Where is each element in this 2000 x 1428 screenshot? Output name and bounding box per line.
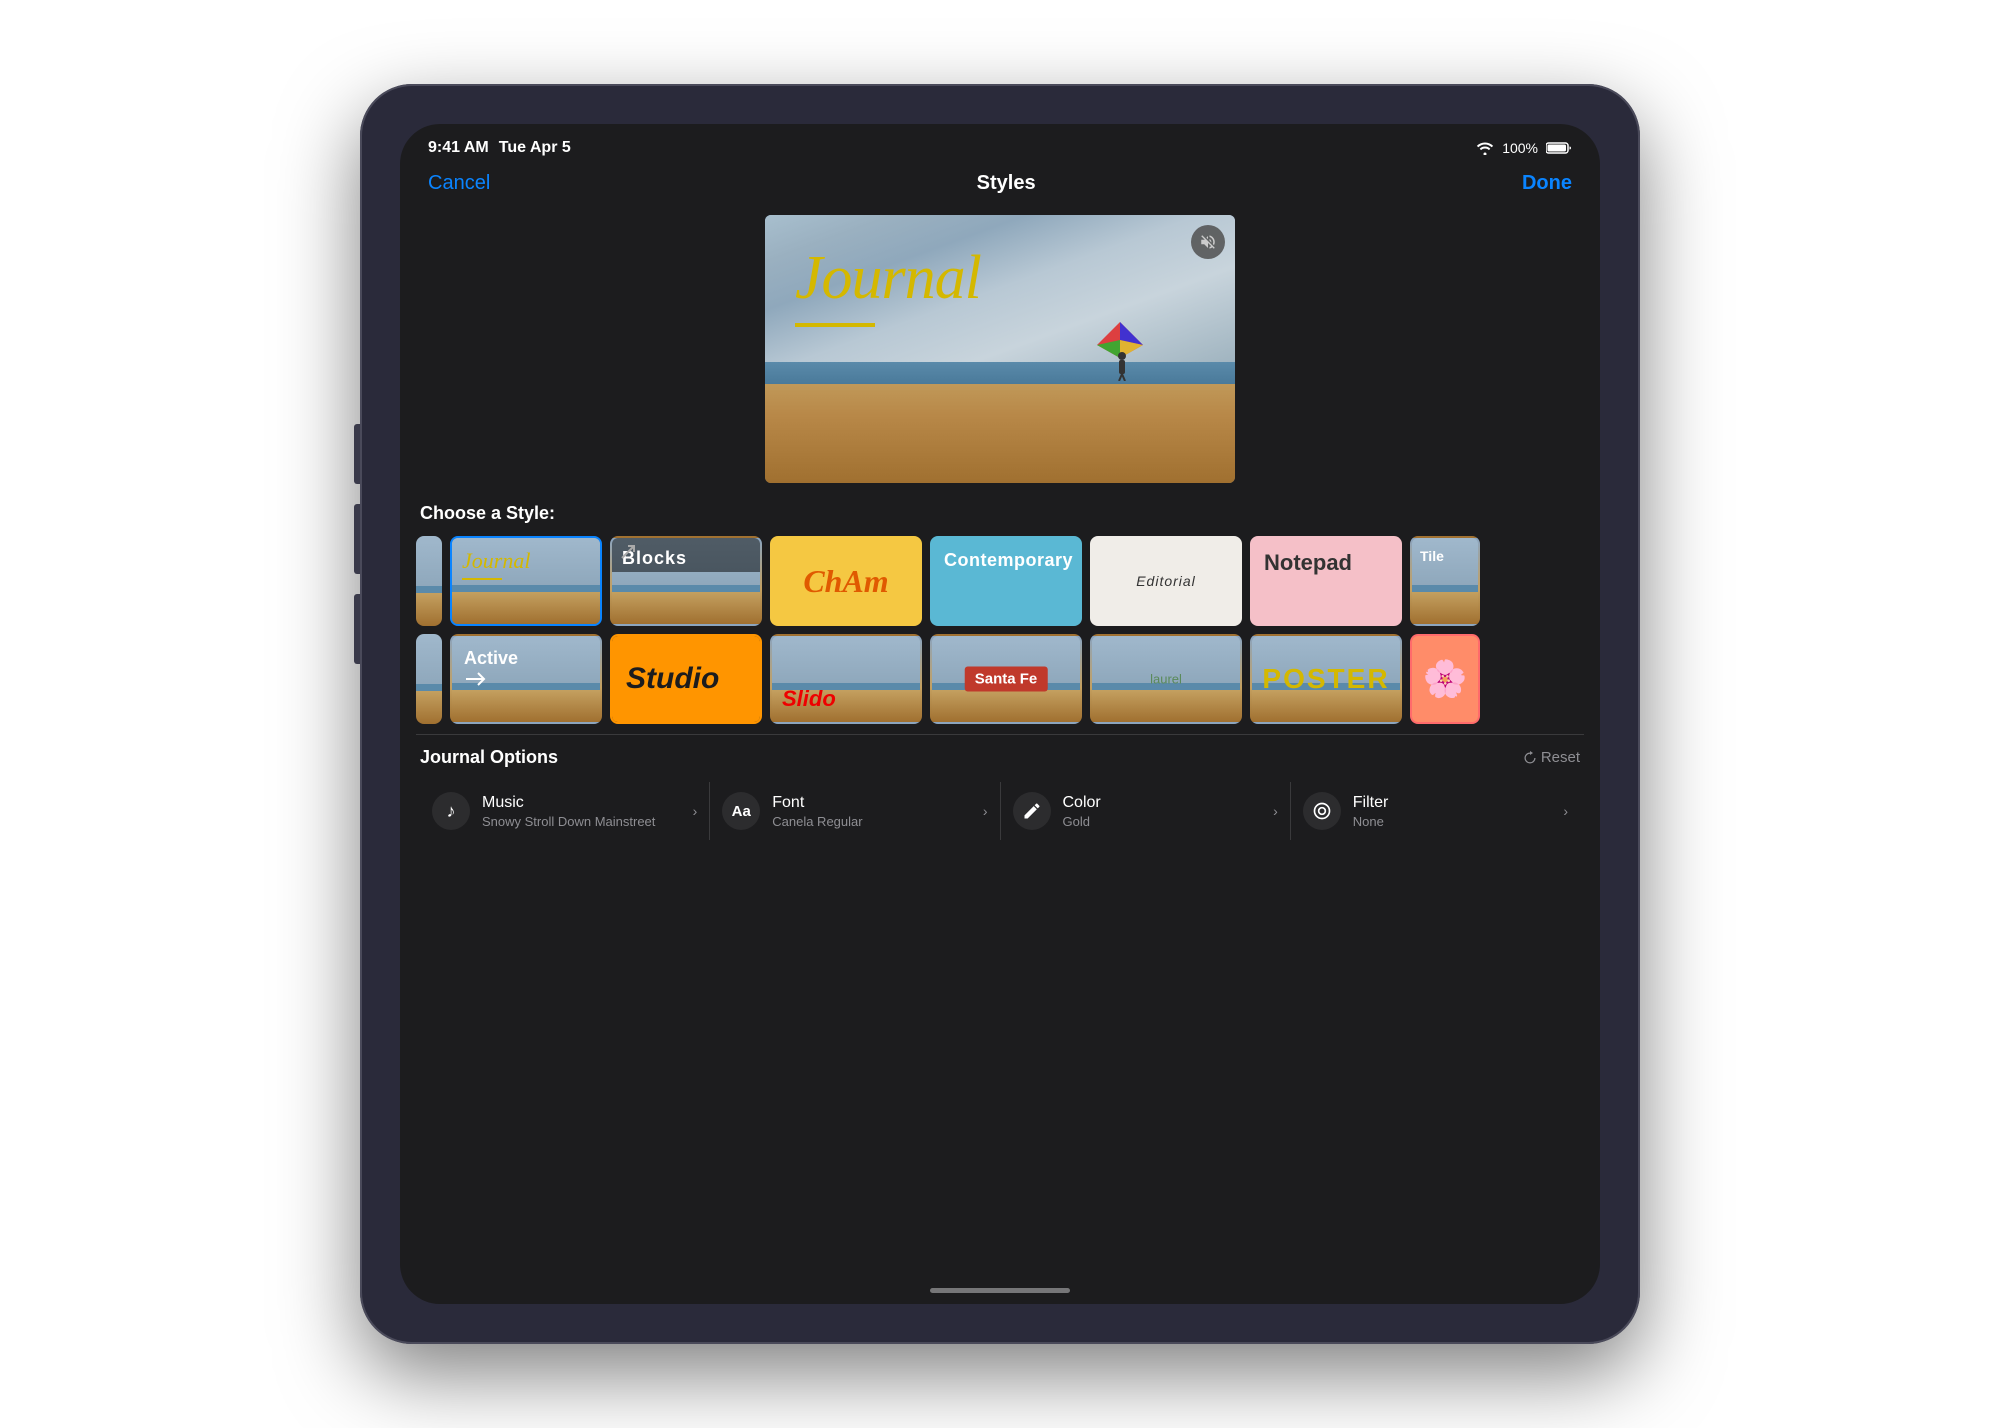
style-card-santafe[interactable]: Santa Fe xyxy=(930,634,1082,724)
option-filter-text: Filter None xyxy=(1353,794,1552,829)
reset-button[interactable]: Reset xyxy=(1523,749,1580,766)
mute-button[interactable] xyxy=(1191,225,1225,259)
option-filter-name: Filter xyxy=(1353,794,1552,812)
person-icon xyxy=(1114,351,1130,381)
style-card-active[interactable]: Active xyxy=(450,634,602,724)
option-color-text: Color Gold xyxy=(1063,794,1262,829)
option-font-text: Font Canela Regular xyxy=(772,794,971,829)
battery-icon xyxy=(1546,141,1572,155)
option-color-value: Gold xyxy=(1063,814,1262,829)
status-time: 9:41 AM xyxy=(428,139,489,157)
style-card-laurel[interactable]: laurel xyxy=(1090,634,1242,724)
style-card-poster[interactable]: POSTER xyxy=(1250,634,1402,724)
home-indicator xyxy=(400,1276,1600,1304)
style-card-smiley[interactable]: 🌸 xyxy=(1410,634,1480,724)
style-card-charm[interactable]: ChAm xyxy=(770,536,922,626)
reset-label: Reset xyxy=(1541,749,1580,766)
poster-card-label: POSTER xyxy=(1262,663,1389,695)
style-card-contemporary[interactable]: Contemporary xyxy=(930,536,1082,626)
style-section-label: Choose a Style: xyxy=(416,503,1584,524)
reset-icon xyxy=(1523,751,1537,765)
color-chevron-icon: › xyxy=(1273,803,1278,819)
font-icon: Aa xyxy=(732,803,751,820)
style-card-partial-2[interactable] xyxy=(416,634,442,724)
volume-down-button[interactable] xyxy=(354,594,360,664)
font-icon-container: Aa xyxy=(722,792,760,830)
contemporary-card-label: Contemporary xyxy=(944,550,1073,571)
font-chevron-icon: › xyxy=(983,803,988,819)
home-bar[interactable] xyxy=(930,1288,1070,1293)
laurel-card-label: laurel xyxy=(1150,672,1182,687)
color-pencil-icon xyxy=(1022,801,1042,821)
style-card-studio[interactable]: Studio xyxy=(610,634,762,724)
status-bar: 9:41 AM Tue Apr 5 100% xyxy=(400,124,1600,166)
option-filter[interactable]: Filter None › xyxy=(1291,782,1580,840)
option-color[interactable]: Color Gold › xyxy=(1001,782,1291,840)
journal-card-underline xyxy=(462,578,502,580)
editorial-card-label: Editorial xyxy=(1136,573,1196,589)
option-filter-value: None xyxy=(1353,814,1552,829)
option-font[interactable]: Aa Font Canela Regular › xyxy=(710,782,1000,840)
style-row-1: Journal Blocks xyxy=(416,536,1584,626)
done-button[interactable]: Done xyxy=(1522,172,1572,195)
filter-circle-icon xyxy=(1312,801,1332,821)
options-header: Journal Options Reset xyxy=(420,747,1580,768)
preview-title: Journal xyxy=(795,243,981,314)
options-row: ♪ Music Snowy Stroll Down Mainstreet › A… xyxy=(420,782,1580,840)
style-grid: Journal Blocks xyxy=(416,536,1584,724)
music-icon-container: ♪ xyxy=(432,792,470,830)
preview-underline xyxy=(795,323,875,327)
main-content: Journal Choose a Style: xyxy=(400,205,1600,1276)
options-section: Journal Options Reset ♪ xyxy=(416,734,1584,840)
water-strip xyxy=(765,362,1235,383)
journal-card-label: Journal xyxy=(462,548,530,574)
option-music-value: Snowy Stroll Down Mainstreet xyxy=(482,814,681,829)
style-card-partial[interactable] xyxy=(416,536,442,626)
music-chevron-icon: › xyxy=(693,803,698,819)
style-card-editorial[interactable]: Editorial xyxy=(1090,536,1242,626)
santafe-card-label: Santa Fe xyxy=(965,667,1048,692)
battery-percentage: 100% xyxy=(1502,140,1538,156)
filter-chevron-icon: › xyxy=(1563,803,1568,819)
wifi-icon xyxy=(1476,141,1494,155)
filter-icon-container xyxy=(1303,792,1341,830)
smiley-icon: 🌸 xyxy=(1423,658,1468,700)
active-card-label: Active xyxy=(464,648,518,669)
charm-card-label: ChAm xyxy=(803,563,888,600)
music-icon: ♪ xyxy=(447,801,456,822)
color-icon-container xyxy=(1013,792,1051,830)
option-font-name: Font xyxy=(772,794,971,812)
option-music-text: Music Snowy Stroll Down Mainstreet xyxy=(482,794,681,829)
studio-card-label: Studio xyxy=(626,662,719,696)
style-card-blocks[interactable]: Blocks xyxy=(610,536,762,626)
style-row-2: Active Studio xyxy=(416,634,1584,724)
cancel-button[interactable]: Cancel xyxy=(428,172,490,195)
options-title: Journal Options xyxy=(420,747,558,768)
active-arrow-icon xyxy=(466,672,486,686)
slide-card-label: Slido xyxy=(782,686,836,712)
option-color-name: Color xyxy=(1063,794,1262,812)
status-date: Tue Apr 5 xyxy=(499,139,571,157)
style-card-journal[interactable]: Journal xyxy=(450,536,602,626)
style-section: Choose a Style: xyxy=(416,499,1584,728)
option-music-name: Music xyxy=(482,794,681,812)
option-music[interactable]: ♪ Music Snowy Stroll Down Mainstreet › xyxy=(420,782,710,840)
preview-frame: Journal xyxy=(765,215,1235,483)
volume-up-button[interactable] xyxy=(354,504,360,574)
style-card-notepad[interactable]: Notepad xyxy=(1250,536,1402,626)
preview-container: Journal xyxy=(416,205,1584,499)
style-card-slide[interactable]: Slido xyxy=(770,634,922,724)
option-font-value: Canela Regular xyxy=(772,814,971,829)
ipad-device: 9:41 AM Tue Apr 5 100% Cancel Styles Don… xyxy=(360,84,1640,1344)
ipad-screen: 9:41 AM Tue Apr 5 100% Cancel Styles Don… xyxy=(400,124,1600,1304)
nav-bar: Cancel Styles Done xyxy=(400,166,1600,205)
style-card-tile[interactable]: Tile xyxy=(1410,536,1480,626)
blocks-arrow-icon xyxy=(620,544,636,560)
nav-title: Styles xyxy=(977,172,1036,195)
notepad-card-label: Notepad xyxy=(1264,550,1352,576)
